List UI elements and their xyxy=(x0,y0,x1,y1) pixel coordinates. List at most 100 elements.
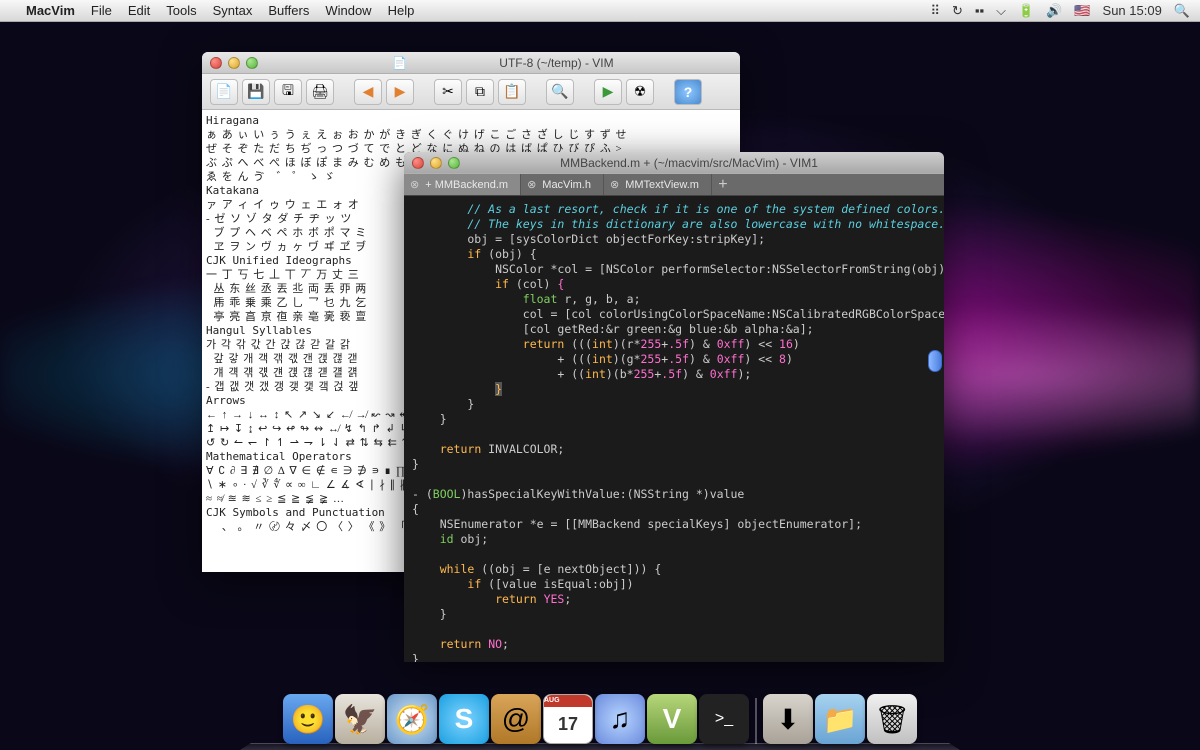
code-line: } xyxy=(412,412,936,427)
dock-calendar-icon[interactable]: 17AUG xyxy=(543,694,593,744)
code-line xyxy=(412,547,936,562)
dock-divider xyxy=(755,698,757,744)
dock-itunes-icon[interactable]: ♫ xyxy=(595,694,645,744)
menubar: MacVim File Edit Tools Syntax Buffers Wi… xyxy=(0,0,1200,22)
dock-downloads-icon[interactable]: ⬇ xyxy=(763,694,813,744)
clock[interactable]: Sun 15:09 xyxy=(1103,3,1162,18)
tab[interactable]: ⊗ MacVim.h xyxy=(521,174,604,195)
battery-icon[interactable]: 🔋 xyxy=(1018,3,1034,19)
zoom-button[interactable] xyxy=(246,57,258,69)
code-line: return YES; xyxy=(412,592,936,607)
close-tab-icon[interactable]: ⊗ xyxy=(527,178,536,191)
tab-bar: ⊗ + MMBackend.m ⊗ MacVim.h ⊗ MMTextView.m + xyxy=(404,174,944,196)
section-heading: Hiragana xyxy=(206,114,736,128)
dock-trash-icon[interactable]: 🗑 xyxy=(867,694,917,744)
code-line: } xyxy=(412,652,936,662)
code-line: NSColor *col = [NSColor performSelector:… xyxy=(412,262,936,277)
close-button[interactable] xyxy=(210,57,222,69)
dock-mail-icon[interactable]: @ xyxy=(491,694,541,744)
scrollbar-thumb[interactable] xyxy=(928,350,942,372)
forward-icon[interactable]: ▶ xyxy=(386,79,414,105)
titlebar[interactable]: MMBackend.m + (~/macvim/src/MacVim) - VI… xyxy=(404,152,944,174)
code-line: float r, g, b, a; xyxy=(412,292,936,307)
volume-icon[interactable]: 🔊 xyxy=(1046,3,1062,19)
tab[interactable]: ⊗ + MMBackend.m xyxy=(404,174,521,195)
code-line: while ((obj = [e nextObject])) { xyxy=(412,562,936,577)
menu-syntax[interactable]: Syntax xyxy=(213,3,253,18)
dock-folder-icon[interactable]: 📁 xyxy=(815,694,865,744)
dock-terminal-icon[interactable]: >_ xyxy=(699,694,749,744)
save-all-icon[interactable]: 🖫 xyxy=(274,79,302,105)
code-line: if (col) { xyxy=(412,277,936,292)
toolbar: 📄💾🖫🖨◀▶✂⧉📋🔍▶☢? xyxy=(202,74,740,110)
code-line xyxy=(412,622,936,637)
code-line: // The keys in this dictionary are also … xyxy=(412,217,936,232)
window-title: MMBackend.m + (~/macvim/src/MacVim) - VI… xyxy=(474,156,944,170)
document-icon[interactable]: 📄 xyxy=(210,79,238,105)
window-title: UTF-8 (~/temp) - VIM xyxy=(413,56,740,70)
text-line: ぁ あ ぃ い ぅ う ぇ え ぉ お か が き ぎ く ぐ け げ こ ご … xyxy=(206,128,736,142)
bluetooth-icon[interactable]: ▪▪ xyxy=(975,3,984,18)
code-editor[interactable]: // As a last resort, check if it is one … xyxy=(404,196,944,662)
tab-label: MacVim.h xyxy=(542,179,591,191)
print-icon[interactable]: 🖨 xyxy=(306,79,334,105)
menu-edit[interactable]: Edit xyxy=(128,3,150,18)
cut-icon[interactable]: ✂ xyxy=(434,79,462,105)
tab-label: MMTextView.m xyxy=(625,179,699,191)
dock-macvim-icon[interactable]: V xyxy=(647,694,697,744)
menu-file[interactable]: File xyxy=(91,3,112,18)
tab-label: + MMBackend.m xyxy=(425,179,508,191)
save-icon[interactable]: 💾 xyxy=(242,79,270,105)
back-icon[interactable]: ◀ xyxy=(354,79,382,105)
code-line: } xyxy=(412,607,936,622)
spaces-icon[interactable]: ⠿ xyxy=(930,3,940,19)
code-line: if ([value isEqual:obj]) xyxy=(412,577,936,592)
dock-shelf xyxy=(240,743,960,750)
code-line: return (((int)(r*255+.5f) & 0xff) << 16) xyxy=(412,337,936,352)
app-menu[interactable]: MacVim xyxy=(26,3,75,18)
new-tab-button[interactable]: + xyxy=(712,174,734,195)
find-replace-icon[interactable]: 🔍 xyxy=(546,79,574,105)
dock: 🙂🦅🧭S@17AUG♫V>_ ⬇📁🗑 xyxy=(283,694,917,744)
code-line: { xyxy=(412,502,936,517)
code-line: if (obj) { xyxy=(412,247,936,262)
code-line: } xyxy=(412,382,936,397)
code-line: } xyxy=(412,397,936,412)
code-line xyxy=(412,427,936,442)
flag-icon[interactable]: 🇺🇸 xyxy=(1074,3,1090,19)
code-line: return INVALCOLOR; xyxy=(412,442,936,457)
dock-skype-icon[interactable]: S xyxy=(439,694,489,744)
titlebar[interactable]: 📄 UTF-8 (~/temp) - VIM xyxy=(202,52,740,74)
code-line: - (BOOL)hasSpecialKeyWithValue:(NSString… xyxy=(412,487,936,502)
wifi-icon[interactable]: ⌵ xyxy=(996,3,1006,19)
code-line: NSEnumerator *e = [[MMBackend specialKey… xyxy=(412,517,936,532)
dock-finder-icon[interactable]: 🙂 xyxy=(283,694,333,744)
timemachine-icon[interactable]: ↻ xyxy=(952,3,963,19)
copy-icon[interactable]: ⧉ xyxy=(466,79,494,105)
build-icon[interactable]: ☢ xyxy=(626,79,654,105)
dock-safari-icon[interactable]: 🧭 xyxy=(387,694,437,744)
code-line xyxy=(412,472,936,487)
menu-tools[interactable]: Tools xyxy=(166,3,196,18)
help-icon[interactable]: ? xyxy=(674,79,702,105)
code-line: // As a last resort, check if it is one … xyxy=(412,202,936,217)
code-line: col = [col colorUsingColorSpaceName:NSCa… xyxy=(412,307,936,322)
menu-buffers[interactable]: Buffers xyxy=(268,3,309,18)
paste-icon[interactable]: 📋 xyxy=(498,79,526,105)
close-button[interactable] xyxy=(412,157,424,169)
window-code[interactable]: MMBackend.m + (~/macvim/src/MacVim) - VI… xyxy=(404,152,944,662)
dock-mail-eagle-icon[interactable]: 🦅 xyxy=(335,694,385,744)
close-tab-icon[interactable]: ⊗ xyxy=(410,178,419,191)
close-tab-icon[interactable]: ⊗ xyxy=(610,178,619,191)
minimize-button[interactable] xyxy=(228,57,240,69)
code-line: id obj; xyxy=(412,532,936,547)
menu-help[interactable]: Help xyxy=(388,3,415,18)
run-icon[interactable]: ▶ xyxy=(594,79,622,105)
menu-window[interactable]: Window xyxy=(325,3,371,18)
code-line: obj = [sysColorDict objectForKey:stripKe… xyxy=(412,232,936,247)
minimize-button[interactable] xyxy=(430,157,442,169)
tab[interactable]: ⊗ MMTextView.m xyxy=(604,174,712,195)
zoom-button[interactable] xyxy=(448,157,460,169)
spotlight-icon[interactable]: 🔍 xyxy=(1174,3,1190,19)
code-line: + ((int)(b*255+.5f) & 0xff); xyxy=(412,367,936,382)
